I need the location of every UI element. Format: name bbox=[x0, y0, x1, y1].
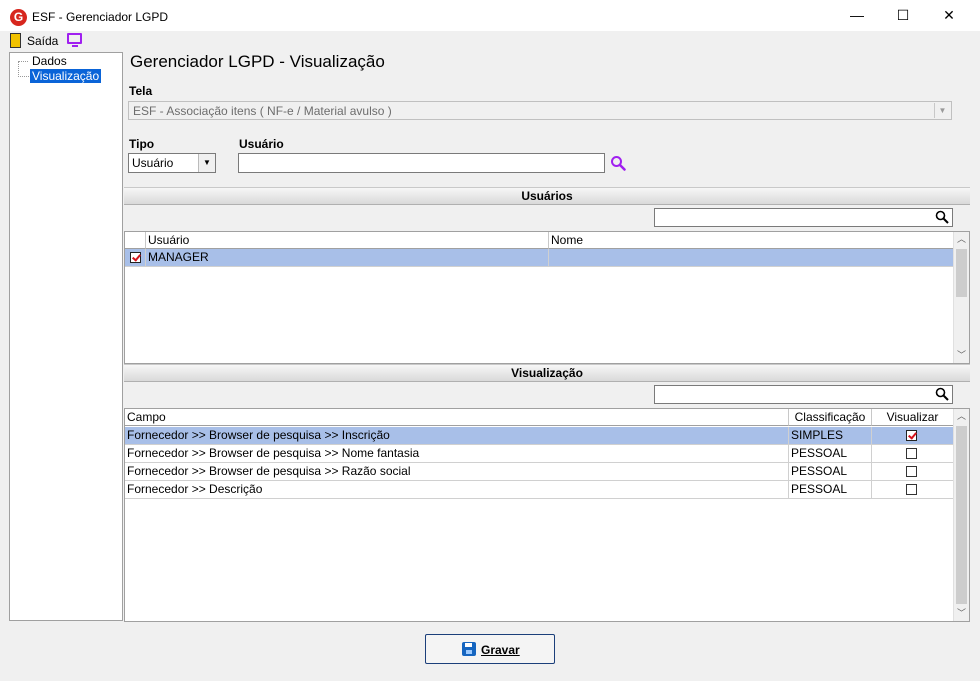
nome-cell bbox=[549, 249, 954, 266]
navigation-tree bbox=[9, 52, 123, 621]
visualizar-cell bbox=[872, 481, 954, 498]
grid-header-classificacao[interactable]: Classificação bbox=[789, 409, 872, 426]
row-checkbox[interactable] bbox=[130, 252, 141, 263]
visualizacao-grid: Campo Classificação Visualizar Fornecedo… bbox=[124, 408, 970, 622]
visualizar-checkbox[interactable] bbox=[906, 430, 917, 441]
window-title: ESF - Gerenciador LGPD bbox=[32, 10, 169, 24]
visualizar-checkbox[interactable] bbox=[906, 448, 917, 459]
usuario-cell: MANAGER bbox=[146, 249, 549, 266]
table-row[interactable]: Fornecedor >> Descrição PESSOAL bbox=[125, 481, 954, 499]
tipo-select-value: Usuário bbox=[132, 156, 174, 170]
scroll-up-icon[interactable]: ︿ bbox=[954, 232, 969, 247]
scroll-down-icon[interactable]: ﹀ bbox=[954, 348, 969, 363]
campo-cell: Fornecedor >> Browser de pesquisa >> Nom… bbox=[125, 445, 789, 462]
tree-connector bbox=[18, 61, 29, 77]
monitor-stand bbox=[72, 45, 78, 47]
exit-menu-item[interactable]: Saída bbox=[27, 34, 58, 48]
usuarios-scrollbar[interactable]: ︿ ﹀ bbox=[953, 232, 969, 363]
usuarios-section-header: Usuários bbox=[124, 187, 970, 205]
save-button-label: Gravar bbox=[481, 643, 520, 657]
usuarios-filter-input[interactable] bbox=[654, 208, 953, 227]
campo-cell: Fornecedor >> Browser de pesquisa >> Ins… bbox=[125, 427, 789, 444]
minimize-button[interactable]: — bbox=[834, 0, 880, 31]
visualizacao-section-header: Visualização bbox=[124, 364, 970, 382]
tree-item-visualizacao[interactable]: Visualização bbox=[30, 69, 102, 83]
classificacao-cell: PESSOAL bbox=[789, 445, 872, 462]
tela-select-value: ESF - Associação itens ( NF-e / Material… bbox=[133, 104, 392, 118]
campo-cell: Fornecedor >> Browser de pesquisa >> Raz… bbox=[125, 463, 789, 480]
tela-label: Tela bbox=[129, 84, 153, 98]
page-title: Gerenciador LGPD - Visualização bbox=[130, 52, 385, 71]
table-row[interactable]: Fornecedor >> Browser de pesquisa >> Nom… bbox=[125, 445, 954, 463]
monitor-icon[interactable] bbox=[67, 33, 82, 44]
visualizar-checkbox[interactable] bbox=[906, 466, 917, 477]
menu-bar bbox=[0, 31, 980, 51]
maximize-button[interactable]: ☐ bbox=[880, 0, 926, 31]
visualizar-checkbox[interactable] bbox=[906, 484, 917, 495]
tela-select[interactable]: ESF - Associação itens ( NF-e / Material… bbox=[128, 101, 952, 120]
grid-header-campo[interactable]: Campo bbox=[125, 409, 789, 426]
tree-item-dados[interactable]: Dados bbox=[32, 54, 67, 68]
row-check-cell bbox=[125, 249, 146, 266]
classificacao-cell: PESSOAL bbox=[789, 463, 872, 480]
campo-cell: Fornecedor >> Descrição bbox=[125, 481, 789, 498]
table-row[interactable]: MANAGER bbox=[125, 249, 954, 267]
classificacao-cell: SIMPLES bbox=[789, 427, 872, 444]
visualizacao-scrollbar[interactable]: ︿ ﹀ bbox=[953, 409, 969, 621]
scroll-up-icon[interactable]: ︿ bbox=[954, 409, 969, 424]
app-logo-icon: G bbox=[10, 9, 27, 26]
visualizacao-filter-input[interactable] bbox=[654, 385, 953, 404]
tipo-select[interactable]: Usuário ▼ bbox=[128, 153, 216, 173]
grid-header-usuario[interactable]: Usuário bbox=[146, 232, 549, 249]
visualizar-cell bbox=[872, 463, 954, 480]
chevron-down-icon[interactable]: ▼ bbox=[198, 154, 215, 172]
scroll-thumb[interactable] bbox=[956, 426, 967, 604]
chevron-down-icon[interactable]: ▼ bbox=[934, 103, 950, 118]
visualizar-cell bbox=[872, 445, 954, 462]
close-button[interactable]: ✕ bbox=[926, 0, 972, 31]
usuario-input[interactable] bbox=[238, 153, 605, 173]
grid-header-nome[interactable]: Nome bbox=[549, 232, 954, 249]
usuario-label: Usuário bbox=[239, 137, 284, 151]
save-button[interactable]: Gravar bbox=[425, 634, 555, 664]
table-row[interactable]: Fornecedor >> Browser de pesquisa >> Ins… bbox=[125, 427, 954, 445]
classificacao-cell: PESSOAL bbox=[789, 481, 872, 498]
search-icon[interactable] bbox=[935, 387, 949, 401]
table-row[interactable]: Fornecedor >> Browser de pesquisa >> Raz… bbox=[125, 463, 954, 481]
search-icon[interactable] bbox=[935, 210, 949, 224]
scroll-down-icon[interactable]: ﹀ bbox=[954, 606, 969, 621]
visualizar-cell bbox=[872, 427, 954, 444]
usuarios-grid: Usuário Nome MANAGER ︿ ﹀ bbox=[124, 231, 970, 364]
scroll-thumb[interactable] bbox=[956, 249, 967, 297]
grid-header-visualizar[interactable]: Visualizar bbox=[872, 409, 954, 426]
tipo-label: Tipo bbox=[129, 137, 155, 151]
grid-header-check bbox=[125, 232, 146, 249]
search-icon[interactable] bbox=[610, 155, 626, 171]
save-disk-icon bbox=[462, 642, 476, 656]
exit-door-icon[interactable] bbox=[10, 33, 21, 48]
